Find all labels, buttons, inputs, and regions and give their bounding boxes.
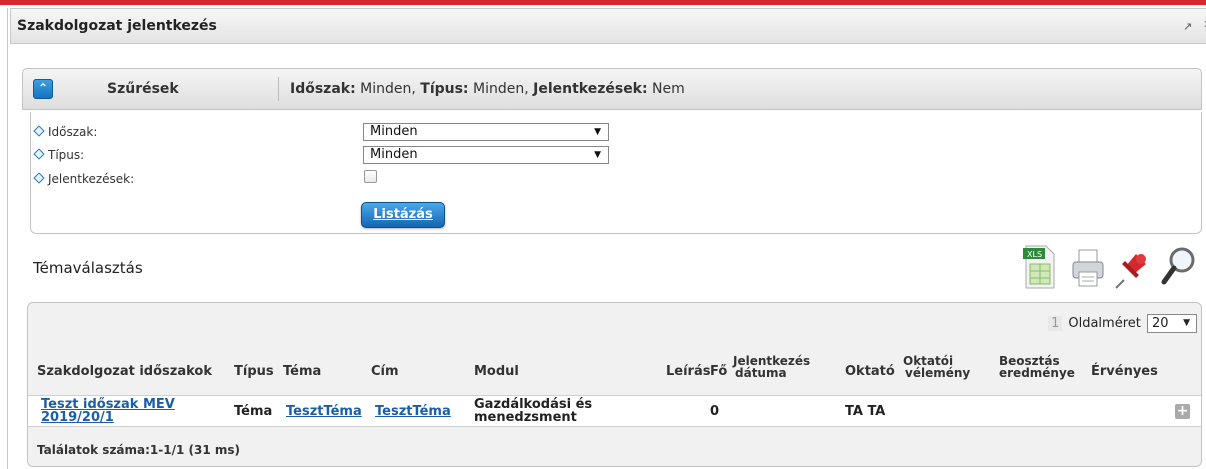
title-link[interactable]: TesztTéma xyxy=(375,405,451,418)
column-header-valid[interactable]: Érvényes xyxy=(1091,365,1158,378)
summary-period-key: Időszak: xyxy=(290,81,356,97)
printer-icon[interactable] xyxy=(1068,242,1108,292)
filter-header: ⌃ Szűrések Időszak: Minden, Típus: Minde… xyxy=(22,68,1202,110)
column-header-description[interactable]: Leírás xyxy=(666,365,710,378)
diamond-bullet-icon xyxy=(33,125,45,137)
results-count: Találatok száma:1-1/1 (31 ms) xyxy=(37,443,241,457)
column-header-module[interactable]: Modul xyxy=(474,365,519,378)
type-select[interactable]: Minden ▼ xyxy=(363,146,609,164)
divider xyxy=(278,77,279,101)
summary-registrations-key: Jelentkezések: xyxy=(533,81,648,97)
dropdown-arrow-icon: ▼ xyxy=(594,127,601,137)
column-header-assignment[interactable]: Beosztás eredménye xyxy=(999,355,1075,379)
registrations-filter-label: Jelentkezések: xyxy=(33,172,134,186)
column-header-period[interactable]: Szakdolgozat időszakok xyxy=(37,365,212,378)
top-accent-bar xyxy=(0,0,1206,5)
window-titlebar: Szakdolgozat jelentkezés ↗ ✕ xyxy=(10,8,1206,44)
column-header-instructor[interactable]: Oktató xyxy=(845,365,895,378)
column-header-reg-date[interactable]: Jelentkezés dátuma xyxy=(733,355,810,379)
diamond-bullet-icon xyxy=(33,172,45,184)
period-link[interactable]: Teszt időszak MEV 2019/20/1 xyxy=(41,398,175,424)
excel-export-icon[interactable]: XLS xyxy=(1020,242,1060,292)
filter-panel: Időszak: Minden ▼ Típus: Minden ▼ Jelentke… xyxy=(30,112,1202,234)
dropdown-arrow-icon: ▼ xyxy=(1183,318,1190,328)
external-link-icon[interactable]: ↗ xyxy=(1183,20,1192,33)
summary-period-value: Minden, xyxy=(360,81,416,97)
cell-type: Téma xyxy=(234,404,273,419)
cell-module: Gazdálkodási és menedzsment xyxy=(474,397,593,425)
cell-instructor: TA TA xyxy=(845,404,886,419)
section-title: Témaválasztás xyxy=(33,259,143,277)
table-row: Teszt időszak MEV 2019/20/1 Téma TesztTé… xyxy=(28,395,1201,427)
summary-type-key: Típus: xyxy=(420,81,469,97)
column-header-opinion[interactable]: Oktatói vélemény xyxy=(903,355,970,379)
window-title: Szakdolgozat jelentkezés xyxy=(17,18,217,34)
column-header-topic[interactable]: Téma xyxy=(283,365,321,378)
page-size-label: Oldalméret xyxy=(1068,316,1141,331)
pager: 1 Oldalméret 20 ▼ xyxy=(1048,314,1197,333)
results-table: 1 Oldalméret 20 ▼ Szakdolgozat időszakok T… xyxy=(27,302,1202,467)
list-button[interactable]: Listázás xyxy=(361,202,445,228)
type-filter-label: Típus: xyxy=(33,148,84,162)
registrations-checkbox[interactable] xyxy=(364,170,377,183)
column-header-count[interactable]: Fő xyxy=(710,365,727,378)
column-header-type[interactable]: Típus xyxy=(234,365,274,378)
expand-plus-icon[interactable]: + xyxy=(1175,404,1190,419)
page-size-select[interactable]: 20 ▼ xyxy=(1147,314,1197,333)
summary-registrations-value: Nem xyxy=(652,81,685,97)
cell-count: 0 xyxy=(710,404,720,419)
dropdown-arrow-icon: ▼ xyxy=(594,150,601,160)
period-select[interactable]: Minden ▼ xyxy=(363,123,609,141)
page-number[interactable]: 1 xyxy=(1048,316,1063,331)
topic-link[interactable]: TesztTéma xyxy=(286,405,362,418)
double-chevron-up-icon[interactable]: ⌃ xyxy=(33,79,53,99)
filter-label: Szűrések xyxy=(107,81,179,97)
search-icon[interactable] xyxy=(1158,242,1198,292)
period-filter-label: Időszak: xyxy=(33,125,97,139)
summary-type-value: Minden, xyxy=(473,81,529,97)
left-border xyxy=(7,8,8,469)
pin-icon[interactable] xyxy=(1112,242,1152,292)
filter-summary: Időszak: Minden, Típus: Minden, Jelentke… xyxy=(290,81,685,97)
svg-text:XLS: XLS xyxy=(1027,250,1042,259)
diamond-bullet-icon xyxy=(33,148,45,160)
column-header-title[interactable]: Cím xyxy=(371,365,399,378)
